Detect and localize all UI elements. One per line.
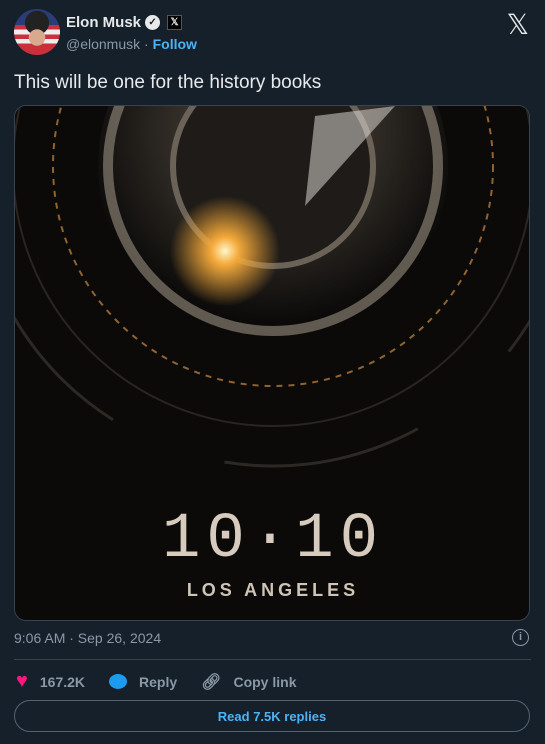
follow-button[interactable]: Follow <box>153 36 197 52</box>
read-replies-button[interactable]: Read 7.5K replies <box>14 700 530 732</box>
x-affiliate-icon: 𝕏 <box>167 15 183 30</box>
timestamp[interactable]: 9:06 AM · Sep 26, 2024 <box>14 630 161 646</box>
verified-badge-icon: ✓ <box>145 15 161 30</box>
copy-link-button[interactable]: 🔗︎ Copy link <box>201 672 296 692</box>
reply-bubble-icon <box>109 674 128 689</box>
heart-icon: ♥ <box>16 670 28 692</box>
event-poster-image: 10·10 LOS ANGELES <box>15 106 529 620</box>
link-icon: 🔗︎ <box>201 673 222 691</box>
tweet-text: This will be one for the history books <box>14 72 322 93</box>
reply-label: Reply <box>139 673 178 690</box>
reply-button[interactable]: Reply <box>109 674 177 690</box>
tweet-media[interactable]: 10·10 LOS ANGELES <box>14 105 530 621</box>
poster-location: LOS ANGELES <box>187 580 359 600</box>
author-name[interactable]: Elon Musk <box>66 14 141 31</box>
like-count: 167.2K <box>39 673 86 690</box>
x-logo-icon[interactable]: 𝕏 <box>506 8 529 41</box>
action-bar: ♥ 167.2K Reply 🔗︎ Copy link <box>16 670 320 693</box>
info-icon[interactable]: i <box>512 629 529 646</box>
avatar[interactable] <box>14 9 60 55</box>
author-handle-row: @elonmusk · Follow <box>66 36 197 52</box>
author-handle[interactable]: @elonmusk <box>66 36 140 52</box>
copy-link-label: Copy link <box>233 673 297 690</box>
like-button[interactable]: ♥ 167.2K <box>16 670 85 693</box>
separator: · <box>144 36 149 52</box>
divider <box>14 659 531 660</box>
author-name-row[interactable]: Elon Musk ✓ 𝕏 <box>66 14 183 31</box>
poster-date: 10·10 <box>162 504 384 576</box>
